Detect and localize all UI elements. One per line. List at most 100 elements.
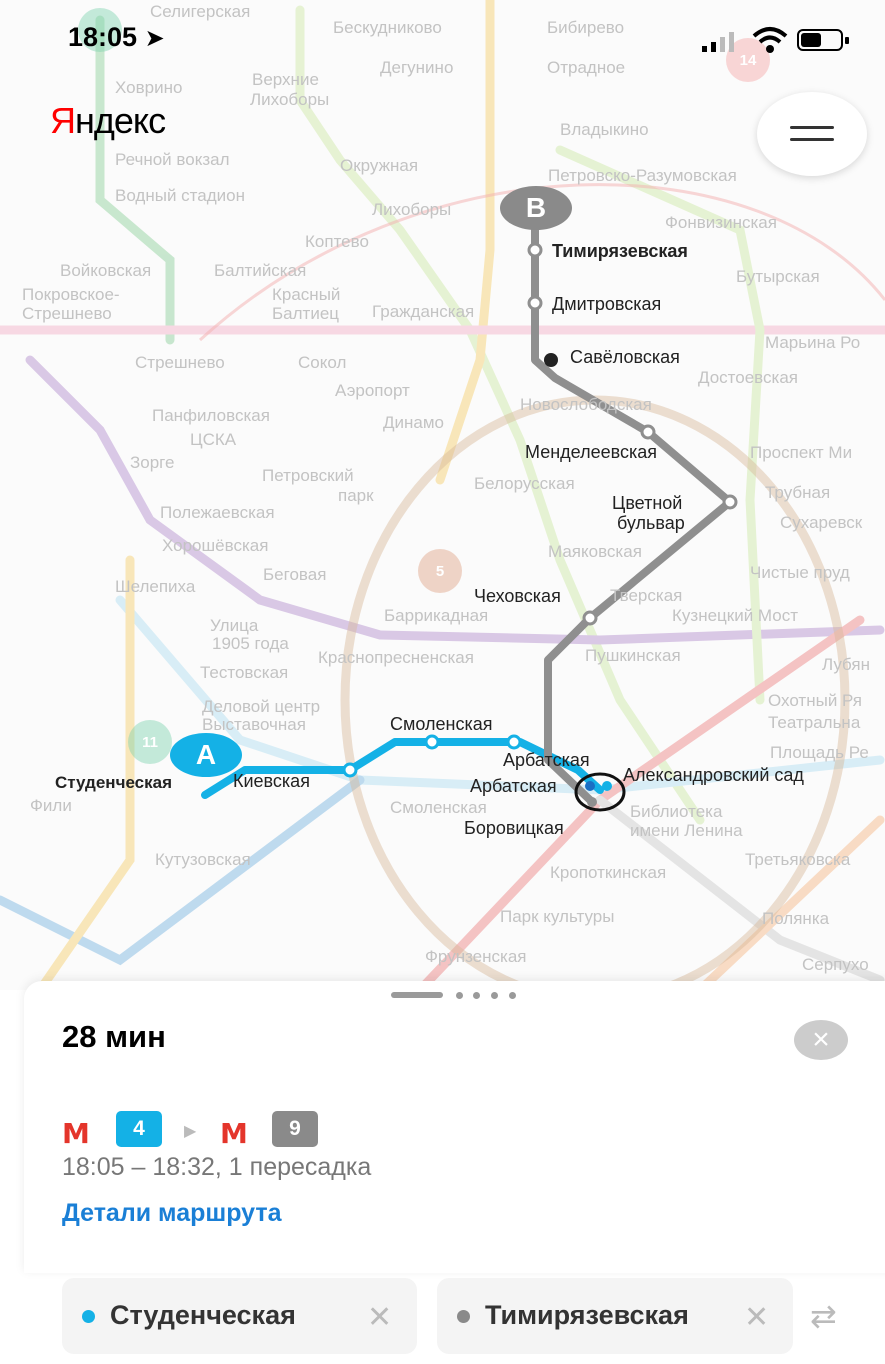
line-dot [82,1310,95,1323]
station-dmitrovskaya[interactable]: Дмитровская [552,294,661,315]
station-label: Балтиец [272,304,340,323]
line-dot [457,1310,470,1323]
station-label: Лубян [822,655,870,674]
menu-icon-bar [790,138,834,141]
station-label: Динамо [383,413,444,432]
station-arbatskaya-filevskaya[interactable]: Арбатская [503,750,590,771]
station-label: Тестовская [200,663,289,682]
station-label: Маяковская [548,542,642,561]
station-borovitskaya[interactable]: Боровицкая [464,818,564,839]
line-badge-second: 9 [272,1111,318,1147]
route-schedule: 18:05 – 18:32, 1 пересадка [62,1153,372,1181]
station-label: Серпухо [802,955,869,974]
station-smolenskaya[interactable]: Смоленская [390,714,492,735]
station-kievskaya[interactable]: Киевская [233,771,310,792]
close-route-button[interactable]: × [794,1020,848,1060]
station-label: Белорусская [474,474,575,493]
station-label: Бутырская [736,267,820,286]
station-label: Трубная [765,483,831,502]
station-label: Кутузовская [155,850,251,869]
station-tsvetnoy-2[interactable]: бульвар [617,513,685,534]
destination-pin-b[interactable]: B [500,186,572,230]
station-label: Шелепиха [115,577,196,596]
station-label: Парк культуры [500,907,615,926]
station-label: Полянка [762,909,830,928]
station-label: Петровский [262,466,354,485]
page-dot [456,992,463,999]
origin-pin-a[interactable]: A [170,733,242,777]
station-tsvetnoy[interactable]: Цветной [612,493,682,514]
route-sheet: 28 мин × M 4 ▶ M 9 18:05 – 18:32, 1 пере… [24,981,885,1273]
page-dot [473,992,480,999]
clear-from-icon[interactable]: ✕ [367,1300,392,1335]
station-label: Пушкинская [585,646,681,665]
status-bar: 18:05 ➤ [0,0,885,84]
station-savelovskaya[interactable]: Савёловская [570,347,680,368]
station-label: Панфиловская [152,406,270,425]
station-label: Чистые пруд [750,563,850,582]
signal-icon [702,30,742,54]
station-label: ЦСКА [190,430,237,449]
route-details-link[interactable]: Детали маршрута [62,1199,282,1228]
from-point-name: Студенческая [110,1300,296,1330]
station-label: Покровское- [22,285,120,304]
route-duration: 28 мин [62,1019,166,1054]
station-label: Охотный Ря [768,691,863,710]
station-label: Зорге [130,453,175,472]
station-label: Краснопресненская [318,648,474,667]
wifi-icon [752,27,788,53]
metro-map-lines [0,0,885,990]
station-label: Владыкино [560,120,649,139]
station-label: имени Ленина [630,821,743,840]
battery-icon [797,29,849,51]
station-label: Фрунзенская [425,947,527,966]
sheet-handle[interactable] [391,992,443,998]
station-label: Библиотека [630,802,723,821]
station-label: Коптево [305,232,369,251]
station-label: Фили [30,796,72,815]
location-arrow-icon: ➤ [144,25,165,52]
swap-icon[interactable]: ⇄ [810,1297,837,1335]
station-label: Смоленская [390,798,487,817]
menu-button[interactable] [757,92,867,176]
line-badge-first: 4 [116,1111,162,1147]
station-label: Петровско-Разумовская [548,166,737,185]
station-label: Достоевская [698,368,798,387]
station-label: Водный стадион [115,186,245,205]
station-arbatskaya-apl[interactable]: Арбатская [470,776,557,797]
station-mendeleevskaya[interactable]: Менделеевская [525,442,657,463]
station-label: Лихоборы [372,200,452,219]
station-label: Марьина Ро [765,333,861,352]
station-label: Сокол [298,353,347,372]
station-label: Балтийская [214,261,307,280]
station-label: Кузнецкий Мост [672,606,799,625]
from-point-chip[interactable]: Студенческая ✕ [62,1278,417,1354]
station-label: Беговая [263,565,327,584]
station-label: Стрешнево [135,353,225,372]
station-label: Лихоборы [250,90,330,109]
station-label: парк [338,486,374,505]
station-label: Красный [272,285,341,304]
station-label: Хорошёвская [162,536,269,555]
station-label: Окружная [340,156,419,175]
metro-icon: M [220,1117,248,1150]
page-dot [509,992,516,999]
status-time: 18:05 ➤ [68,22,165,52]
station-label: Аэропорт [335,381,410,400]
to-point-chip[interactable]: Тимирязевская ✕ [437,1278,793,1354]
metro-map[interactable]: Селигерская Бескудниково Бибирево Ховрин… [0,0,885,990]
station-chekhovskaya[interactable]: Чеховская [474,586,561,607]
clear-to-icon[interactable]: ✕ [744,1300,770,1335]
station-aleksandrovsky[interactable]: Александровский сад [623,765,804,786]
station-studencheskaya[interactable]: Студенческая [55,773,172,793]
station-label: Театральна [768,713,861,732]
station-timiryazevskaya[interactable]: Тимирязевская [552,241,688,262]
line-11-marker: 11 [142,734,158,751]
station-label: Баррикадная [384,606,489,625]
to-point-name: Тимирязевская [485,1300,689,1330]
station-label: Гражданская [372,302,475,321]
station-label: Стрешнево [22,304,112,323]
station-label: Войковская [60,261,152,280]
station-label: Фонвизинская [665,213,777,232]
yandex-logo: Яндекс [50,100,166,141]
